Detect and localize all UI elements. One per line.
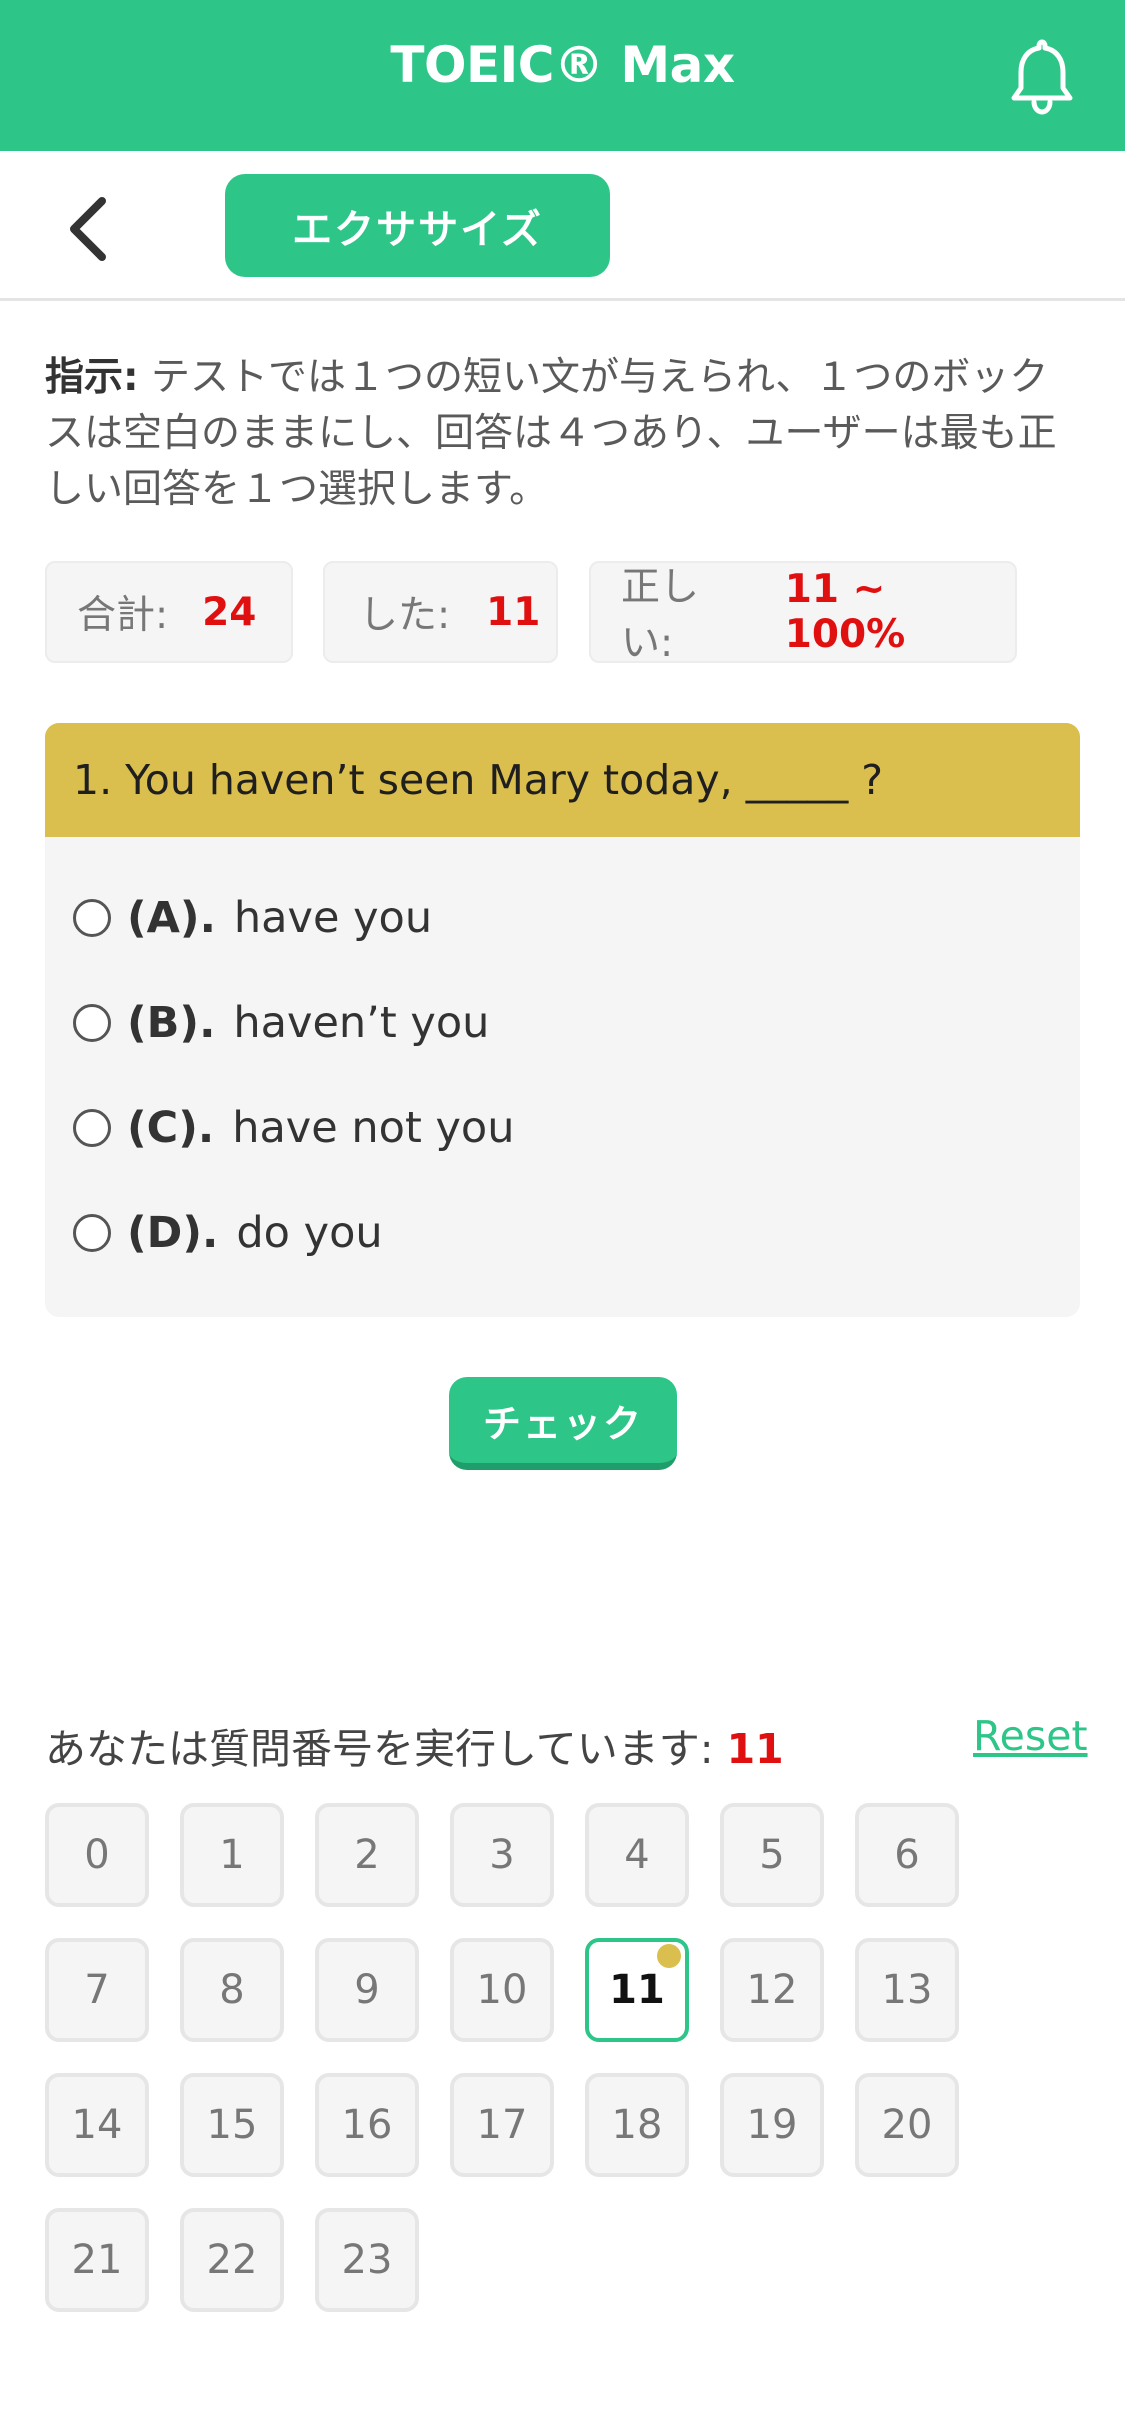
radio-a[interactable] xyxy=(73,899,111,937)
question-number-19[interactable]: 19 xyxy=(720,2073,824,2177)
stat-total: 合計: 24 xyxy=(45,561,293,663)
question-number-21[interactable]: 21 xyxy=(45,2208,149,2312)
question-number-3[interactable]: 3 xyxy=(450,1803,554,1907)
check-button[interactable]: チェック xyxy=(449,1377,677,1470)
stat-total-label: 合計: xyxy=(77,593,169,638)
question-number-22[interactable]: 22 xyxy=(180,2208,284,2312)
progress-label: あなたは質問番号を実行しています: 11 xyxy=(45,1715,784,1775)
question-number-23[interactable]: 23 xyxy=(315,2208,419,2312)
radio-d[interactable] xyxy=(73,1214,111,1252)
question-number-15[interactable]: 15 xyxy=(180,2073,284,2177)
current-indicator-dot xyxy=(657,1944,681,1968)
radio-c[interactable] xyxy=(73,1109,111,1147)
radio-b[interactable] xyxy=(73,1004,111,1042)
question-number-7[interactable]: 7 xyxy=(45,1938,149,2042)
stat-correct-label: 正しい: xyxy=(621,565,700,666)
question-number-5[interactable]: 5 xyxy=(720,1803,824,1907)
question-number-8[interactable]: 8 xyxy=(180,1938,284,2042)
stat-correct-value: 11 ~ 100% xyxy=(784,567,906,657)
instructions-text: 指示: テストでは１つの短い文が与えられ、１つのボックスは空白のままにし、回答は… xyxy=(45,350,1085,518)
question-number-18[interactable]: 18 xyxy=(585,2073,689,2177)
app-header: TOEIC® Max xyxy=(0,0,1125,151)
question-number-11-label: 11 xyxy=(609,1967,665,2013)
stat-done-value: 11 xyxy=(486,589,541,635)
question-number-9[interactable]: 9 xyxy=(315,1938,419,2042)
stat-total-value: 24 xyxy=(202,589,257,635)
stat-correct: 正しい: 11 ~ 100% xyxy=(589,561,1017,666)
option-b-text: haven’t you xyxy=(233,998,490,1048)
question-number-20[interactable]: 20 xyxy=(855,2073,959,2177)
question-number-16[interactable]: 16 xyxy=(315,2073,419,2177)
option-d-letter: (D). xyxy=(127,1208,219,1258)
stat-done: した: 11 xyxy=(323,561,558,663)
question-number-14[interactable]: 14 xyxy=(45,2073,149,2177)
exercise-tab-button[interactable]: エクササイズ xyxy=(225,174,610,277)
option-b-letter: (B). xyxy=(127,998,216,1048)
option-c[interactable]: (C). have not you xyxy=(73,1093,514,1163)
question-number-13[interactable]: 13 xyxy=(855,1938,959,2042)
stat-done-label: した: xyxy=(359,593,451,638)
question-number-4[interactable]: 4 xyxy=(585,1803,689,1907)
option-a[interactable]: (A). have you xyxy=(73,883,432,953)
instructions-body: テストでは１つの短い文が与えられ、１つのボックスは空白のままにし、回答は４つあり… xyxy=(45,355,1057,512)
bell-icon[interactable] xyxy=(1005,36,1079,116)
option-c-letter: (C). xyxy=(127,1103,215,1153)
option-d-text: do you xyxy=(236,1208,383,1258)
sub-navigation: エクササイズ xyxy=(0,151,1125,301)
question-number-2[interactable]: 2 xyxy=(315,1803,419,1907)
question-text: 1. You haven’t seen Mary today, _____ ? xyxy=(45,723,1080,837)
chevron-left-icon[interactable] xyxy=(62,193,120,265)
question-number-11-current[interactable]: 11 xyxy=(585,1938,689,2042)
option-c-text: have not you xyxy=(232,1103,515,1153)
option-a-text: have you xyxy=(233,893,433,943)
option-d[interactable]: (D). do you xyxy=(73,1198,383,1268)
question-number-6[interactable]: 6 xyxy=(855,1803,959,1907)
reset-link[interactable]: Reset xyxy=(973,1712,1088,1760)
question-card: 1. You haven’t seen Mary today, _____ ? … xyxy=(45,723,1080,1317)
instructions-label: 指示: xyxy=(45,355,139,400)
question-number-0[interactable]: 0 xyxy=(45,1803,149,1907)
question-number-12[interactable]: 12 xyxy=(720,1938,824,2042)
app-title: TOEIC® Max xyxy=(390,36,735,94)
option-a-letter: (A). xyxy=(127,893,216,943)
question-number-1[interactable]: 1 xyxy=(180,1803,284,1907)
question-number-17[interactable]: 17 xyxy=(450,2073,554,2177)
progress-current: 11 xyxy=(726,1725,784,1773)
question-number-10[interactable]: 10 xyxy=(450,1938,554,2042)
option-b[interactable]: (B). haven’t you xyxy=(73,988,489,1058)
progress-label-text: あなたは質問番号を実行しています: xyxy=(45,1725,714,1773)
